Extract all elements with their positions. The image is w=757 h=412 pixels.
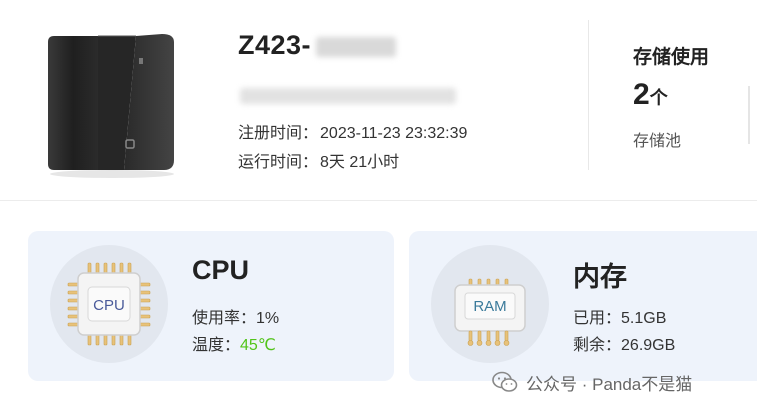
- register-time-label: 注册时间：: [238, 125, 319, 142]
- memory-free-value: 26.9GB: [621, 337, 676, 354]
- memory-icon-circle: RAM: [431, 245, 549, 363]
- ram-chip-icon: RAM: [454, 278, 526, 346]
- memory-free-label: 剩余：: [573, 337, 622, 354]
- cpu-usage-value: 1%: [256, 310, 280, 327]
- redacted-device-name: [316, 37, 396, 57]
- uptime-value: 8天 21小时: [320, 154, 400, 171]
- storage-title: 存储使用: [633, 47, 710, 68]
- horizontal-divider: [0, 200, 757, 201]
- cpu-title: CPU: [192, 255, 250, 285]
- cpu-chip-label: CPU: [93, 297, 125, 314]
- cpu-card: CPU CPU 使用率：1% 温度：45℃: [28, 231, 394, 381]
- cpu-icon-circle: CPU: [50, 245, 168, 363]
- section-divider: [588, 20, 589, 170]
- register-time: 注册时间： 2023-11-23 23:32:39: [238, 119, 467, 143]
- memory-title: 内存: [573, 262, 627, 292]
- redacted-device-info: [240, 88, 456, 104]
- device-name: Z423-: [238, 30, 312, 60]
- memory-used: 已用：5.1GB: [573, 304, 666, 328]
- uptime-label: 运行时间：: [238, 154, 319, 171]
- cpu-usage-label: 使用率：: [192, 310, 257, 327]
- memory-free: 剩余：26.9GB: [573, 331, 675, 355]
- storage-count-unit: 个: [649, 88, 668, 108]
- cpu-temp-value: 45℃: [240, 337, 276, 354]
- ram-chip-label: RAM: [473, 298, 506, 315]
- cpu-temperature: 温度：45℃: [192, 331, 276, 355]
- section-divider-right: [748, 86, 750, 144]
- storage-count-number: 2: [633, 78, 650, 111]
- cpu-temp-label: 温度：: [192, 337, 241, 354]
- register-time-value: 2023-11-23 23:32:39: [320, 125, 468, 142]
- uptime: 运行时间： 8天 21小时: [238, 148, 399, 172]
- memory-card: RAM 内存 已用：5.1GB 剩余：26.9GB: [409, 231, 757, 381]
- nas-device-image: [48, 34, 174, 178]
- cpu-chip-icon: CPU: [67, 262, 151, 346]
- memory-used-value: 5.1GB: [621, 310, 667, 327]
- storage-count: 2个: [633, 78, 668, 112]
- wechat-icon: [492, 371, 518, 392]
- watermark-text: 公众号 · Panda不是猫: [526, 374, 693, 394]
- wechat-watermark: 公众号 · Panda不是猫: [492, 370, 692, 394]
- storage-pool-label: 存储池: [633, 133, 682, 150]
- cpu-usage: 使用率：1%: [192, 304, 279, 328]
- memory-used-label: 已用：: [573, 310, 622, 327]
